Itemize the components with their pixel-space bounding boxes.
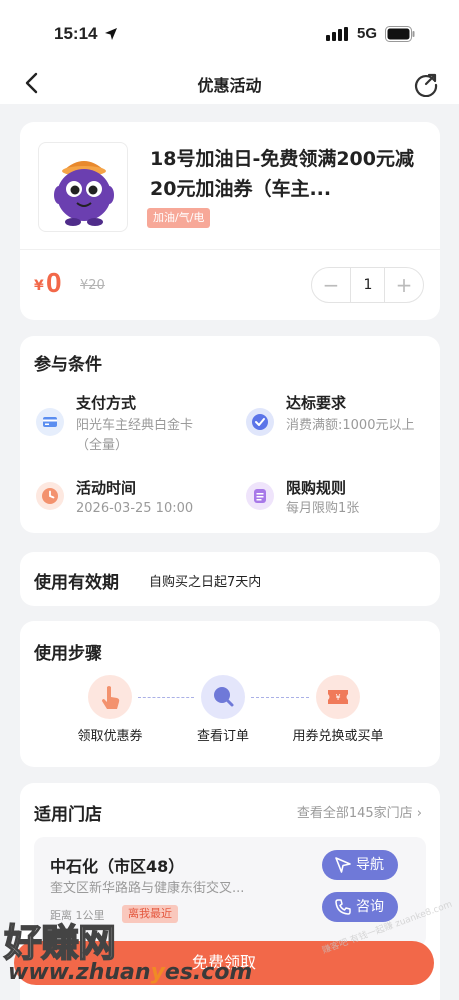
currency-symbol: ¥ [34, 278, 44, 294]
store-address: 奎文区新华路路与健康东街交叉... [50, 881, 245, 896]
navigate-label: 导航 [356, 857, 384, 873]
battery-icon [385, 26, 415, 42]
consult-button[interactable]: 咨询 [322, 892, 398, 922]
step-label: 领取优惠券 [77, 729, 143, 744]
status-bar: 15:14 5G [0, 0, 459, 64]
standard-label: 达标要求 [286, 394, 347, 412]
validity-value: 自购买之日起7天内 [149, 575, 262, 590]
conditions-title: 参与条件 [34, 355, 102, 375]
navigation-icon [335, 857, 351, 873]
limit-label: 限购规则 [286, 479, 347, 497]
step-label: 用券兑换或买单 [292, 729, 384, 744]
store-name: 中石化（市区48） [50, 857, 185, 876]
decrease-button[interactable]: − [312, 268, 350, 302]
watermark-url-part: es.com [164, 960, 253, 985]
card-icon [36, 408, 64, 436]
watermark-url-part: www.zhuan [8, 960, 151, 985]
navigate-button[interactable]: 导航 [322, 850, 398, 880]
payment-label: 支付方式 [76, 394, 137, 412]
time-value: 2026-03-25 10:00 [76, 501, 194, 516]
quantity-stepper: − 1 + [311, 267, 424, 303]
coupon-icon: ¥ [316, 675, 360, 719]
mascot-icon [54, 161, 114, 226]
validity-card: 使用有效期 自购买之日起7天内 [20, 552, 440, 606]
watermark-url-part: y [150, 960, 165, 985]
validity-label: 使用有效期 [34, 573, 119, 593]
phone-icon [335, 899, 351, 915]
category-tag: 加油/气/电 [147, 208, 211, 228]
watermark-logo: 好赚网 [3, 920, 117, 966]
consult-label: 咨询 [356, 899, 384, 915]
limit-value: 每月限购1张 [286, 501, 360, 516]
stores-title: 适用门店 [34, 805, 102, 825]
product-card: 18号加油日-免费领满200元减20元加油券（车主... 加油/气/电 ¥ 0 … [20, 122, 440, 320]
payment-value: 阳光车主经典白金卡（全量） [76, 418, 194, 453]
step-connector [251, 697, 309, 698]
status-time: 15:14 [54, 24, 98, 43]
search-icon [201, 675, 245, 719]
step-connector [138, 697, 194, 698]
signal-icon [326, 27, 348, 41]
time-label: 活动时间 [76, 479, 137, 497]
increase-button[interactable]: + [385, 268, 423, 302]
tap-hand-icon [88, 675, 132, 719]
step-label: 查看订单 [196, 729, 249, 744]
rules-icon [246, 482, 274, 510]
svg-text:¥: ¥ [335, 693, 340, 702]
page-title: 优惠活动 [197, 76, 262, 95]
watermark-url: www.zhuanyes.com [8, 960, 252, 985]
conditions-card: 参与条件 支付方式 阳光车主经典白金卡（全量） 达标要求 消费满额:1000元以… [20, 336, 440, 533]
product-image [38, 142, 128, 232]
nearest-badge: 离我最近 [122, 905, 178, 923]
steps-card: 使用步骤 领取优惠券 查看订单 ¥ 用券兑换或买单 [20, 621, 440, 767]
nav-bar: 优惠活动 [0, 64, 459, 104]
divider [20, 249, 440, 250]
quantity-value[interactable]: 1 [351, 268, 385, 302]
network-type: 5G [357, 25, 378, 42]
product-title: 18号加油日-免费领满200元减20元加油券（车主... [150, 148, 414, 200]
steps-title: 使用步骤 [34, 644, 102, 664]
view-all-stores-link[interactable]: 查看全部145家门店 › [297, 802, 422, 821]
price: 0 [46, 267, 62, 298]
check-icon [246, 408, 274, 436]
location-arrow-icon [105, 28, 117, 40]
share-icon[interactable] [413, 71, 439, 97]
clock-icon [36, 482, 64, 510]
original-price: ¥20 [80, 278, 105, 293]
standard-value: 消费满额:1000元以上 [286, 418, 415, 433]
